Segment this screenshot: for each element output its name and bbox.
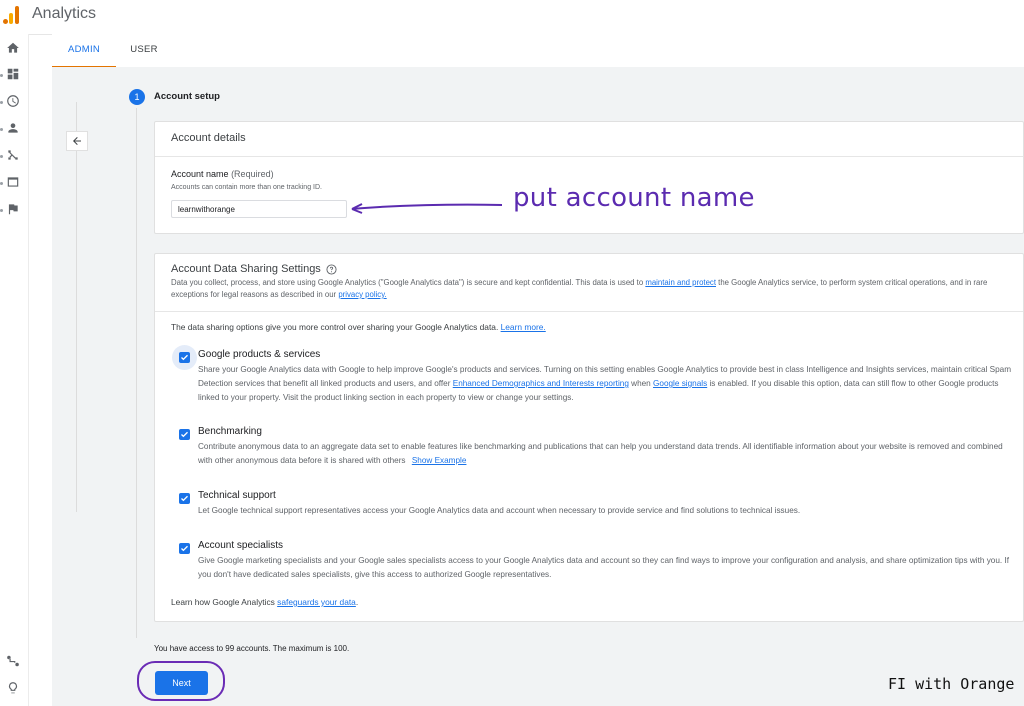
technical-support-checkbox[interactable] bbox=[179, 493, 190, 504]
account-name-hint: Accounts can contain more than one track… bbox=[171, 184, 322, 191]
watermark: FI with Orange bbox=[888, 675, 1015, 693]
data-sharing-heading: Account Data Sharing Settings bbox=[171, 263, 337, 275]
divider bbox=[155, 156, 1023, 157]
annotation-arrow bbox=[351, 203, 503, 214]
sharing-options-text: The data sharing options give you more c… bbox=[171, 322, 546, 332]
benchmarking-checkbox[interactable] bbox=[179, 429, 190, 440]
show-example-link[interactable]: Show Example bbox=[412, 456, 467, 465]
acquisition-icon[interactable] bbox=[6, 148, 22, 164]
account-specialists-checkbox[interactable] bbox=[179, 543, 190, 554]
google-products-desc: Share your Google Analytics data with Go… bbox=[198, 365, 1012, 402]
admin-user-tabs: ADMIN USER bbox=[52, 34, 1024, 68]
check-icon bbox=[181, 545, 188, 552]
divider bbox=[155, 311, 1023, 312]
account-details-heading: Account details bbox=[171, 132, 246, 144]
annotation-text: put account name bbox=[513, 183, 755, 213]
flag-icon[interactable] bbox=[6, 202, 22, 218]
tab-admin[interactable]: ADMIN bbox=[52, 34, 116, 68]
technical-support-desc: Let Google technical support representat… bbox=[198, 506, 801, 515]
benchmarking-desc: Contribute anonymous data to an aggregat… bbox=[198, 442, 1003, 465]
help-icon[interactable] bbox=[326, 263, 337, 275]
google-signals-link[interactable]: Google signals bbox=[653, 379, 707, 388]
step-number: 1 bbox=[129, 89, 145, 105]
left-nav-rail bbox=[0, 34, 29, 706]
clock-icon[interactable] bbox=[6, 94, 22, 110]
step-timeline bbox=[136, 108, 137, 638]
person-icon[interactable] bbox=[6, 121, 22, 137]
account-name-input[interactable] bbox=[171, 200, 347, 218]
data-sharing-intro: Data you collect, process, and store usi… bbox=[171, 278, 988, 299]
tab-user[interactable]: USER bbox=[116, 34, 172, 66]
check-icon bbox=[181, 431, 188, 438]
account-details-card: Account details Account name (Required) … bbox=[154, 121, 1024, 234]
account-name-label: Account name (Required) bbox=[171, 169, 274, 179]
data-sharing-card: Account Data Sharing Settings Data you c… bbox=[154, 253, 1024, 622]
safeguards-text: Learn how Google Analytics safeguards yo… bbox=[171, 597, 359, 607]
safeguards-link[interactable]: safeguards your data bbox=[277, 597, 356, 607]
maintain-protect-link[interactable]: maintain and protect bbox=[645, 278, 716, 287]
google-products-checkbox[interactable] bbox=[179, 352, 190, 363]
check-icon bbox=[181, 495, 188, 502]
attribution-icon[interactable] bbox=[6, 654, 22, 670]
lightbulb-icon[interactable] bbox=[6, 681, 22, 697]
benchmarking-title: Benchmarking bbox=[198, 426, 262, 437]
top-bar: Analytics bbox=[0, 0, 1024, 35]
check-icon bbox=[181, 354, 188, 361]
privacy-policy-link[interactable]: privacy policy. bbox=[338, 290, 386, 299]
account-specialists-desc: Give Google marketing specialists and yo… bbox=[198, 556, 1009, 579]
analytics-logo[interactable] bbox=[0, 4, 22, 24]
app-title: Analytics bbox=[32, 5, 97, 22]
home-icon[interactable] bbox=[6, 41, 22, 57]
learn-more-link[interactable]: Learn more. bbox=[501, 322, 546, 332]
google-products-title: Google products & services bbox=[198, 349, 321, 360]
dashboard-icon[interactable] bbox=[6, 67, 22, 83]
technical-support-title: Technical support bbox=[198, 490, 276, 501]
outer-timeline bbox=[76, 102, 77, 512]
next-button[interactable]: Next bbox=[155, 671, 208, 695]
enhanced-demographics-link[interactable]: Enhanced Demographics and Interests repo… bbox=[453, 379, 629, 388]
account-specialists-title: Account specialists bbox=[198, 540, 284, 551]
display-icon[interactable] bbox=[6, 175, 22, 191]
back-button[interactable] bbox=[66, 131, 88, 151]
account-limit-note: You have access to 99 accounts. The maxi… bbox=[154, 644, 350, 653]
required-label: (Required) bbox=[231, 169, 274, 179]
step-label: Account setup bbox=[154, 91, 220, 102]
back-arrow-icon bbox=[73, 137, 81, 145]
